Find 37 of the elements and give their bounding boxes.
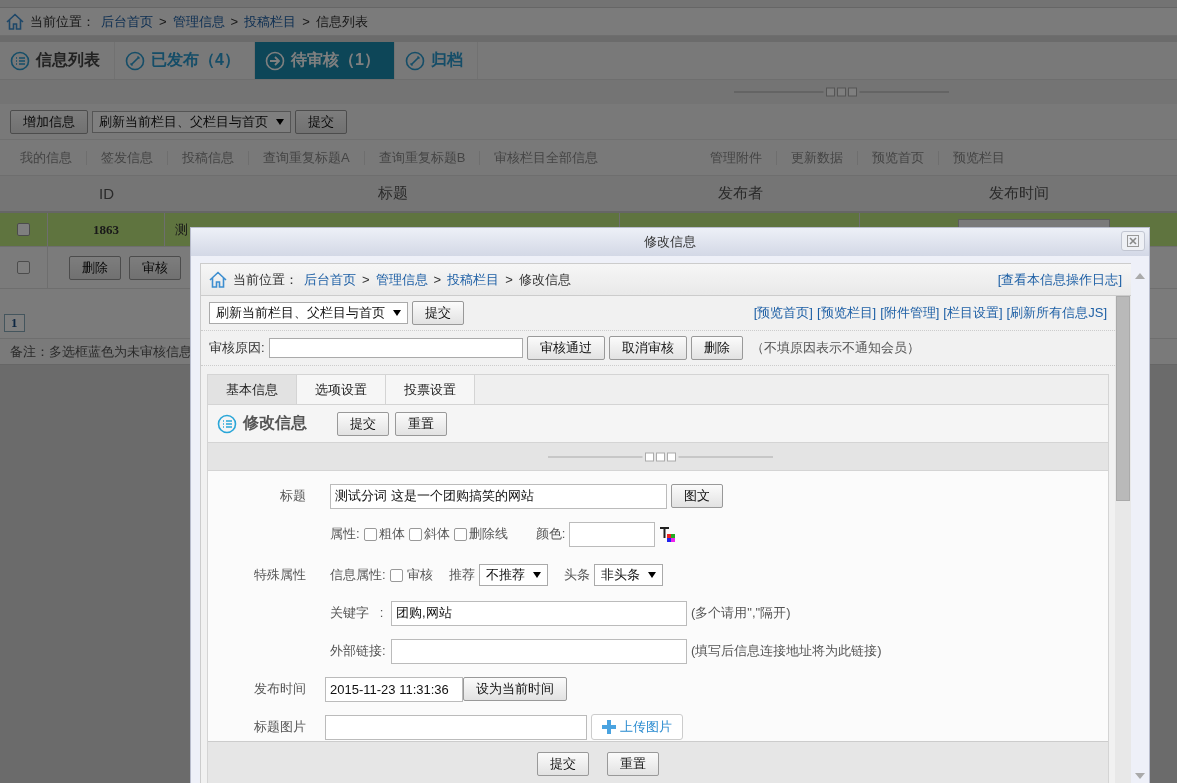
field-label: 关键字 : <box>330 604 385 622</box>
field-label: 发布时间 <box>253 680 306 698</box>
title-cell: 测 <box>175 220 188 239</box>
section-title: 修改信息 <box>243 413 307 433</box>
breadcrumb-separator: > <box>302 14 310 29</box>
field-label: 标题 <box>279 487 306 505</box>
option-label: 斜体 <box>423 525 450 543</box>
option-label: 审核 <box>406 566 433 584</box>
column-header: 发布时间 <box>987 184 1050 203</box>
column-header: 标题 <box>376 184 409 203</box>
field-label: 颜色: <box>535 525 566 543</box>
reason-label: 审核原因: <box>209 339 265 357</box>
field-label: 标题图片 <box>253 718 306 736</box>
breadcrumb-separator: > <box>433 272 442 287</box>
option-label: 删除线 <box>468 525 508 543</box>
breadcrumb-separator: > <box>362 272 370 287</box>
field-label: 信息属性: <box>330 566 386 584</box>
breadcrumb-label: 当前位置： <box>30 12 95 31</box>
breadcrumb-separator: > <box>230 14 239 29</box>
dialog-title: 修改信息 <box>644 233 696 251</box>
hint-text: (填写后信息连接地址将为此链接) <box>691 642 882 660</box>
hint-text: (多个请用","隔开) <box>691 604 791 622</box>
breadcrumb-current: 修改信息 <box>518 270 571 289</box>
breadcrumb-label: 当前位置： <box>233 270 298 289</box>
hint-text: （不填原因表示不通知会员） <box>750 339 920 357</box>
field-label: 特殊属性 <box>253 566 306 584</box>
option-label: 粗体 <box>378 525 405 543</box>
breadcrumb-separator: > <box>505 272 513 287</box>
breadcrumb-current: 信息列表 <box>315 12 368 31</box>
breadcrumb-separator: > <box>159 14 167 29</box>
id-cell: 1863 <box>93 221 119 238</box>
field-label: 推荐 <box>448 566 475 584</box>
column-header: ID <box>98 185 115 202</box>
field-label: 属性: <box>330 525 360 543</box>
field-label: 头条 <box>563 566 590 584</box>
column-header: 发布者 <box>716 184 764 203</box>
field-label: 外部链接: <box>330 642 387 660</box>
